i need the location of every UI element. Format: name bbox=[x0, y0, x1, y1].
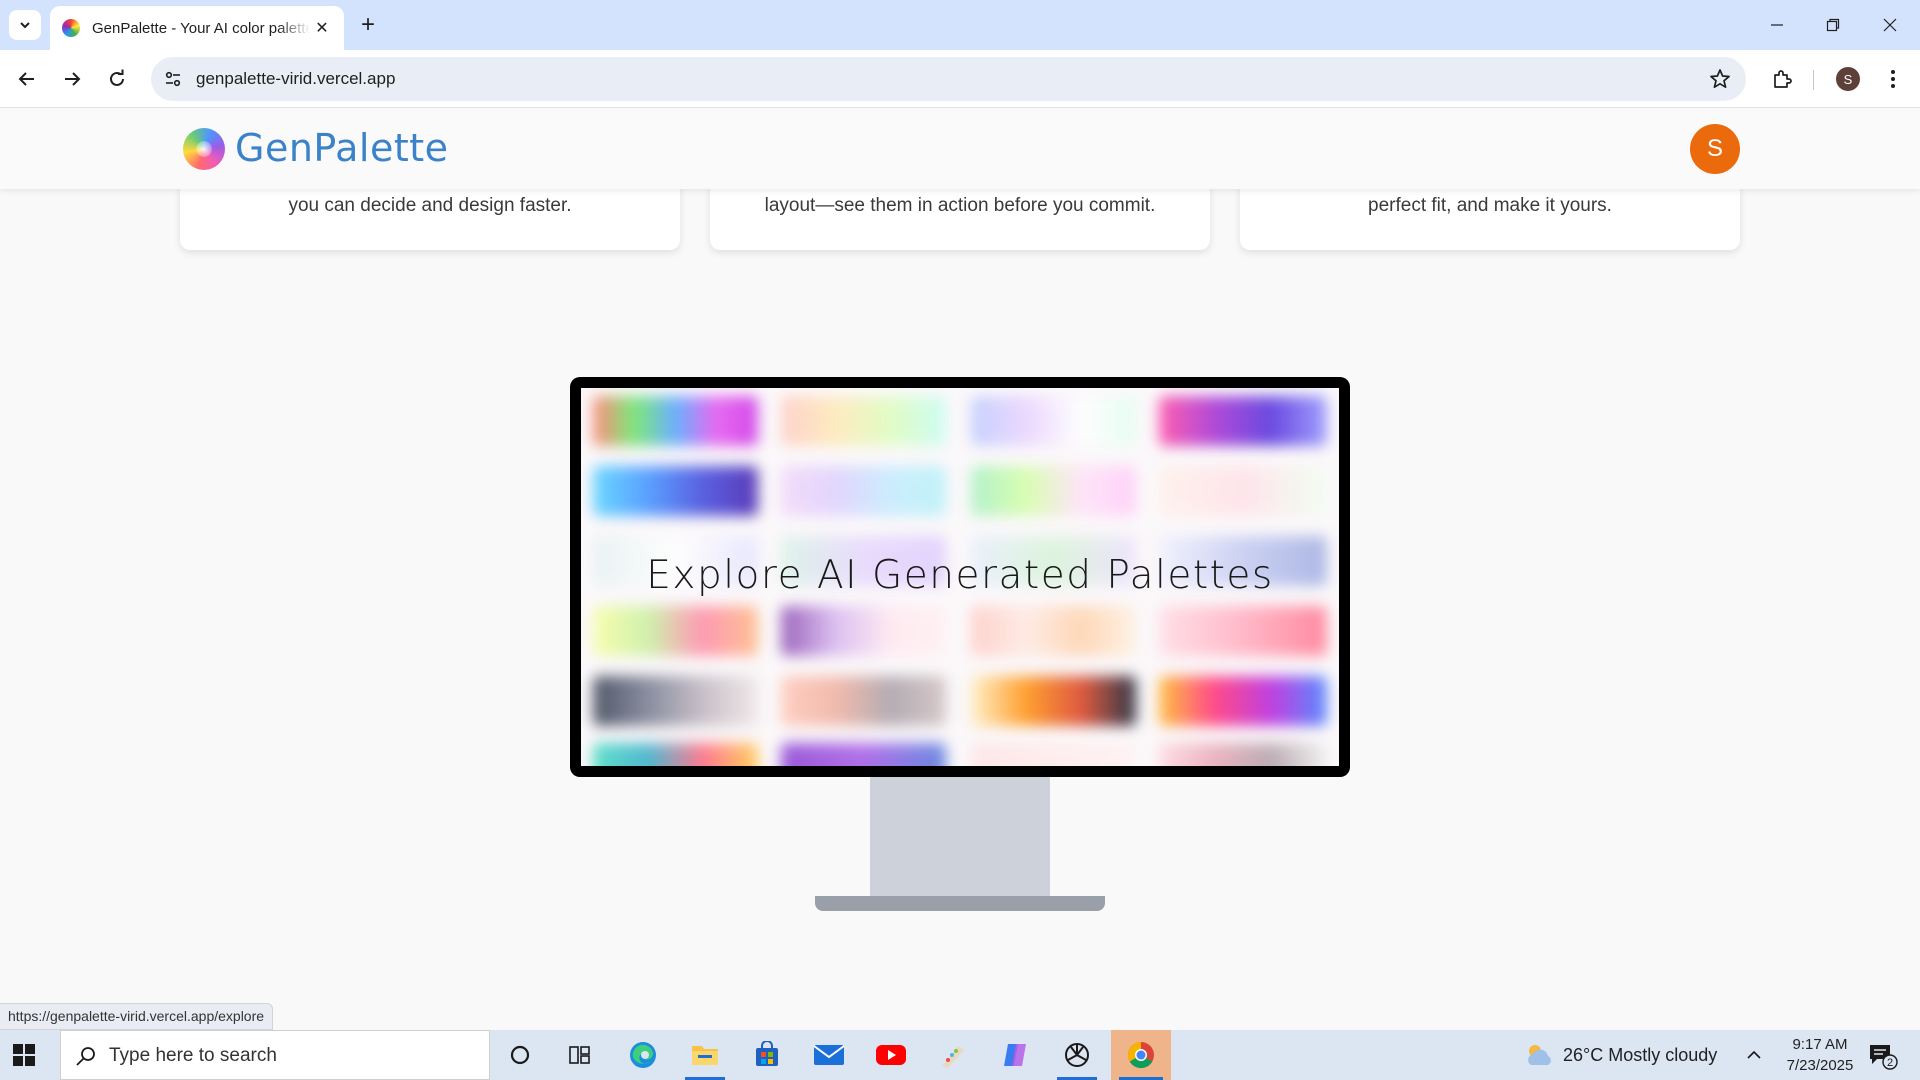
palette-swatch bbox=[593, 743, 758, 766]
feature-card-text: perfect fit, and make it yours. bbox=[1368, 195, 1612, 216]
cortana-icon[interactable] bbox=[492, 1030, 548, 1080]
store-icon[interactable] bbox=[739, 1030, 795, 1080]
palette-swatch bbox=[781, 743, 946, 766]
notification-center-button[interactable]: 2 bbox=[1868, 1042, 1898, 1070]
puzzle-icon bbox=[1774, 70, 1792, 88]
palette-swatch bbox=[1159, 396, 1327, 446]
site-info-icon[interactable] bbox=[161, 67, 185, 91]
back-button[interactable] bbox=[11, 63, 43, 95]
palette-swatch bbox=[781, 606, 946, 656]
close-icon bbox=[1883, 18, 1897, 32]
tab-title: GenPalette - Your AI color palette bbox=[92, 19, 310, 37]
palette-swatch bbox=[1159, 466, 1327, 516]
user-avatar[interactable]: S bbox=[1690, 124, 1740, 174]
arrow-right-icon bbox=[65, 72, 81, 86]
arrow-left-icon bbox=[18, 72, 34, 86]
palette-swatch bbox=[593, 606, 758, 656]
search-placeholder: Type here to search bbox=[109, 1045, 277, 1066]
task-view-icon[interactable] bbox=[552, 1030, 608, 1080]
weather-text: 26°C Mostly cloudy bbox=[1563, 1044, 1718, 1065]
search-icon bbox=[76, 1047, 95, 1066]
file-explorer-icon[interactable] bbox=[677, 1030, 733, 1080]
reload-button[interactable] bbox=[101, 63, 133, 95]
genpalette-logo-icon[interactable] bbox=[183, 128, 225, 170]
kebab-menu-icon bbox=[1891, 70, 1895, 88]
brand-name[interactable]: GenPalette bbox=[235, 126, 449, 170]
palette-swatch bbox=[971, 396, 1136, 446]
genpalette-favicon-icon bbox=[62, 19, 80, 37]
monitor-stand-base bbox=[815, 896, 1105, 911]
palette-swatch bbox=[971, 466, 1136, 516]
clock-date: 7/23/2025 bbox=[1786, 1057, 1854, 1074]
page-viewport: GenPalette S you can decide and design f… bbox=[0, 109, 1920, 1030]
palette-swatch bbox=[593, 676, 758, 726]
forward-button[interactable] bbox=[56, 63, 88, 95]
monitor-illustration[interactable]: Explore AI Generated Palettes bbox=[570, 377, 1350, 777]
new-tab-button[interactable]: + bbox=[354, 12, 382, 40]
address-bar[interactable]: genpalette-virid.vercel.app bbox=[151, 57, 1746, 101]
mail-icon[interactable] bbox=[801, 1030, 857, 1080]
toolbar-separator bbox=[1813, 70, 1814, 90]
restore-icon bbox=[1826, 18, 1840, 32]
close-window-button[interactable] bbox=[1870, 10, 1910, 40]
taskbar-search-box[interactable]: Type here to search bbox=[60, 1030, 490, 1080]
palette-swatch bbox=[781, 396, 946, 446]
palette-swatch bbox=[1159, 676, 1327, 726]
browser-profile-avatar[interactable]: S bbox=[1836, 67, 1860, 91]
palette-swatch bbox=[971, 676, 1136, 726]
browser-tab-strip: GenPalette - Your AI color palette ✕ + bbox=[0, 0, 1920, 50]
restore-button[interactable] bbox=[1813, 10, 1853, 40]
cloudy-weather-icon bbox=[1528, 1045, 1551, 1065]
palette-swatch bbox=[781, 466, 946, 516]
palette-swatch bbox=[593, 466, 758, 516]
monitor-screen[interactable]: Explore AI Generated Palettes bbox=[581, 388, 1339, 766]
bookmark-star-icon[interactable] bbox=[1708, 67, 1732, 91]
palette-swatch bbox=[971, 606, 1136, 656]
minimize-button[interactable] bbox=[1757, 10, 1797, 40]
notification-icon: 2 bbox=[1870, 1045, 1898, 1070]
feature-card-text: you can decide and design faster. bbox=[288, 195, 572, 216]
browser-toolbar: genpalette-virid.vercel.app S bbox=[0, 50, 1920, 108]
feature-card-text: layout—see them in action before you com… bbox=[764, 195, 1156, 216]
url-text[interactable]: genpalette-virid.vercel.app bbox=[196, 69, 395, 89]
chrome-icon[interactable] bbox=[1111, 1030, 1171, 1080]
link-preview-status: https://genpalette-virid.vercel.app/expl… bbox=[0, 1003, 274, 1030]
site-header: GenPalette S bbox=[0, 109, 1920, 189]
edge-icon[interactable] bbox=[615, 1030, 671, 1080]
windows-logo-icon bbox=[13, 1044, 35, 1066]
close-tab-icon[interactable]: ✕ bbox=[312, 18, 332, 38]
clock-time: 9:17 AM bbox=[1792, 1036, 1848, 1053]
windows-taskbar: Type here to search 26°C Mostly cloudy 9 bbox=[0, 1030, 1920, 1080]
palette-swatch bbox=[971, 743, 1136, 766]
monitor-stand-neck bbox=[870, 777, 1050, 899]
chevron-down-icon bbox=[20, 22, 30, 29]
palette-swatch bbox=[781, 676, 946, 726]
youtube-icon[interactable] bbox=[863, 1030, 919, 1080]
minimize-icon bbox=[1771, 24, 1783, 26]
chatgpt-icon[interactable] bbox=[1049, 1030, 1105, 1080]
palette-swatch bbox=[1159, 743, 1327, 766]
tab-genpalette[interactable]: GenPalette - Your AI color palette ✕ bbox=[50, 6, 344, 50]
copilot-icon[interactable] bbox=[987, 1030, 1043, 1080]
palette-swatch bbox=[1159, 606, 1327, 656]
taskbar-clock[interactable]: 9:17 AM 7/23/2025 bbox=[1770, 1034, 1870, 1076]
paint-icon[interactable] bbox=[925, 1030, 981, 1080]
reload-icon bbox=[110, 69, 124, 86]
palette-swatch bbox=[593, 396, 758, 446]
notification-count: 2 bbox=[1887, 1057, 1893, 1069]
windows-start-button[interactable] bbox=[12, 1043, 36, 1067]
browser-menu-button[interactable] bbox=[1878, 63, 1908, 95]
tab-search-button[interactable] bbox=[9, 10, 41, 40]
hero-title[interactable]: Explore AI Generated Palettes bbox=[581, 553, 1339, 598]
show-hidden-icons-chevron-icon[interactable] bbox=[1744, 1045, 1764, 1065]
extensions-button[interactable] bbox=[1766, 63, 1798, 95]
weather-widget[interactable]: 26°C Mostly cloudy bbox=[1523, 1030, 1717, 1080]
